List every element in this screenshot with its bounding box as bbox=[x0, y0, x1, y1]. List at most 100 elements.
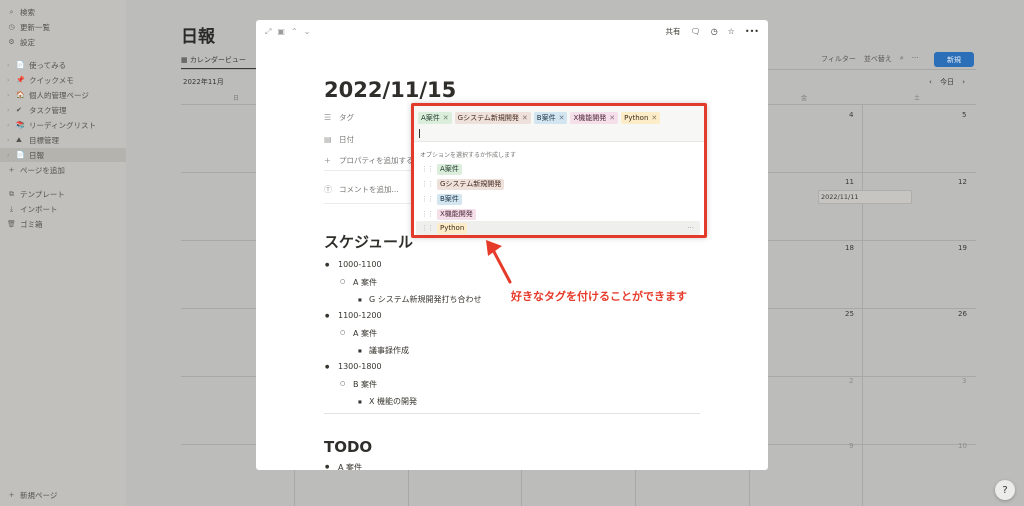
drag-handle-icon[interactable]: ⋮⋮ bbox=[421, 180, 434, 188]
chevron-right-icon[interactable]: › bbox=[7, 77, 14, 84]
checkmark-icon: ✔ bbox=[16, 106, 22, 114]
help-button[interactable]: ? bbox=[995, 480, 1015, 500]
drag-handle-icon[interactable]: ⋮⋮ bbox=[421, 195, 434, 203]
filter-button[interactable]: フィルター bbox=[821, 54, 856, 64]
list-item: B 案件 bbox=[340, 379, 377, 390]
sidebar-item-personal[interactable]: › 🏠 個人的管理ページ bbox=[0, 88, 126, 102]
page-icon: 📄 bbox=[16, 151, 25, 159]
todo-heading: TODO bbox=[324, 438, 373, 456]
sidebar-item-tsukattemiru[interactable]: › 📄 使ってみる bbox=[0, 58, 126, 72]
comment-icon[interactable]: 🗨 bbox=[691, 27, 701, 36]
share-button[interactable]: 共有 bbox=[666, 26, 681, 37]
tag-chip: X機能開発 ✕ bbox=[570, 112, 619, 124]
star-icon[interactable]: ☆ bbox=[728, 27, 735, 36]
close-icon[interactable]: ✕ bbox=[609, 114, 615, 122]
tag-chip: Python ✕ bbox=[621, 112, 661, 124]
tab-calendar-view[interactable]: ▦ カレンダービュー bbox=[181, 55, 246, 65]
list-item: A 案件 bbox=[340, 277, 377, 288]
chevron-right-icon[interactable]: › bbox=[7, 92, 14, 99]
tag-option[interactable]: ⋮⋮ A案件 bbox=[416, 162, 700, 176]
more-icon[interactable]: ••• bbox=[745, 27, 759, 36]
sidebar-item-label: 個人的管理ページ bbox=[29, 90, 89, 100]
property-label: 日付 bbox=[339, 135, 354, 144]
sidebar-templates[interactable]: ⧉ テンプレート bbox=[0, 187, 126, 201]
property-label: タグ bbox=[339, 113, 354, 122]
close-icon[interactable]: ✕ bbox=[443, 114, 449, 122]
sidebar-import-label: インポート bbox=[20, 204, 58, 214]
chevron-right-icon[interactable]: › bbox=[7, 122, 14, 129]
more-icon[interactable]: ··· bbox=[912, 54, 919, 64]
tag-option[interactable]: ⋮⋮ X機能開発 bbox=[416, 207, 700, 221]
sidebar-new-page[interactable]: + 新規ページ bbox=[0, 488, 126, 502]
tag-label: B案件 bbox=[536, 114, 556, 122]
sidebar-item-goals[interactable]: › ⛰ 目標管理 bbox=[0, 133, 126, 147]
drag-handle-icon[interactable]: ⋮⋮ bbox=[421, 224, 434, 232]
calendar-event[interactable]: 2022/11/11 bbox=[818, 190, 912, 204]
sidebar-search-label: 検索 bbox=[20, 7, 35, 17]
sort-button[interactable]: 並べ替え bbox=[864, 54, 892, 64]
database-toolbar: フィルター 並べ替え ⌕ ··· bbox=[821, 54, 918, 64]
add-property-button[interactable]: + プロパティを追加する bbox=[324, 155, 414, 166]
new-button[interactable]: 新規 bbox=[934, 52, 974, 67]
sidebar-search[interactable]: ⌕ 検索 bbox=[0, 5, 126, 19]
plus-icon: + bbox=[8, 166, 15, 174]
calendar-date: 4 bbox=[849, 111, 854, 119]
more-icon[interactable]: ··· bbox=[687, 224, 694, 232]
weekday-label: 土 bbox=[914, 95, 921, 102]
list-item: A 案件 bbox=[325, 462, 362, 470]
mountain-icon: ⛰ bbox=[16, 135, 22, 144]
sidebar-add-page[interactable]: + ページを追加 bbox=[0, 163, 126, 177]
sidebar-import[interactable]: ⤓ インポート bbox=[0, 202, 126, 216]
tag-input-area[interactable]: A案件 ✕ Gシステム新規開発 ✕ B案件 ✕ X機能開発 ✕ Python ✕ bbox=[414, 106, 704, 142]
calendar-icon: ▤ bbox=[324, 135, 332, 144]
sidebar-item-label: 使ってみる bbox=[29, 60, 67, 70]
today-button[interactable]: 今日 bbox=[940, 78, 954, 86]
chevron-up-icon[interactable]: ⌃ bbox=[291, 27, 298, 37]
search-icon[interactable]: ⌕ bbox=[900, 54, 904, 64]
tag-option[interactable]: ⋮⋮ Python ··· bbox=[416, 221, 700, 235]
page-title[interactable]: 2022/11/15 bbox=[324, 78, 456, 102]
divider bbox=[324, 413, 700, 414]
tag-chip: A案件 bbox=[437, 163, 462, 175]
property-date[interactable]: ▤ 日付 bbox=[324, 134, 354, 145]
chevron-right-icon[interactable]: › bbox=[7, 152, 14, 159]
chevron-right-icon[interactable]: › bbox=[962, 78, 965, 86]
tag-label: Python bbox=[624, 114, 649, 122]
clock-icon[interactable]: ◷ bbox=[711, 27, 718, 36]
sidebar-item-daily-report[interactable]: › 📄 日報 bbox=[0, 148, 126, 162]
chevron-down-icon[interactable]: ⌄ bbox=[304, 27, 311, 37]
tag-option[interactable]: ⋮⋮ Gシステム新規開発 bbox=[416, 177, 700, 191]
open-as-page-icon[interactable]: ▣ bbox=[277, 27, 285, 37]
comment-input[interactable]: Ⓣ コメントを追加... bbox=[324, 184, 399, 195]
sidebar-templates-label: テンプレート bbox=[20, 189, 65, 199]
chevron-right-icon[interactable]: › bbox=[7, 137, 14, 144]
close-icon[interactable]: ✕ bbox=[651, 114, 657, 122]
sidebar-settings[interactable]: ⚙ 設定 bbox=[0, 35, 126, 49]
plus-icon: + bbox=[8, 491, 15, 499]
chevron-right-icon[interactable]: › bbox=[7, 62, 14, 69]
chevron-right-icon[interactable]: › bbox=[7, 107, 14, 114]
calendar-date: 3 bbox=[962, 377, 967, 385]
calendar-icon: ▦ bbox=[181, 56, 190, 64]
sidebar-item-quick-memo[interactable]: › 📌 クイックメモ bbox=[0, 73, 126, 87]
annotation-arrow bbox=[486, 240, 512, 284]
sidebar-updates[interactable]: ◷ 更新一覧 bbox=[0, 20, 126, 34]
gear-icon: ⚙ bbox=[8, 38, 15, 46]
tag-option[interactable]: ⋮⋮ B案件 bbox=[416, 192, 700, 206]
sidebar-updates-label: 更新一覧 bbox=[20, 22, 50, 32]
expand-icon[interactable]: ⤢ bbox=[265, 27, 271, 37]
close-icon[interactable]: ✕ bbox=[522, 114, 528, 122]
calendar-date: 10 bbox=[958, 442, 967, 450]
chevron-left-icon[interactable]: ‹ bbox=[929, 78, 932, 86]
sidebar-item-tasks[interactable]: › ✔ タスク管理 bbox=[0, 103, 126, 117]
close-icon[interactable]: ✕ bbox=[559, 114, 565, 122]
new-button-label: 新規 bbox=[947, 55, 961, 64]
sidebar-item-reading[interactable]: › 📚 リーディングリスト bbox=[0, 118, 126, 132]
sidebar-trash[interactable]: 🗑 ゴミ箱 bbox=[0, 217, 126, 231]
clock-icon: ◷ bbox=[8, 23, 15, 31]
drag-handle-icon[interactable]: ⋮⋮ bbox=[421, 210, 434, 218]
drag-handle-icon[interactable]: ⋮⋮ bbox=[421, 165, 434, 173]
property-tags[interactable]: ☰ タグ bbox=[324, 112, 354, 123]
download-icon: ⤓ bbox=[9, 204, 14, 213]
search-icon: ⌕ bbox=[9, 7, 14, 16]
